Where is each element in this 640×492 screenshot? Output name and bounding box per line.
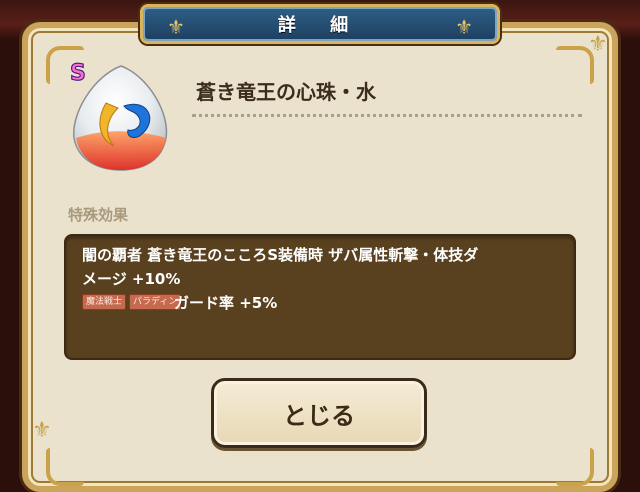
effect-line-2: メージ +10% [82,270,181,288]
effect-line-3: ガード率 +5% [174,294,278,312]
close-button[interactable]: とじる [211,378,427,448]
title-plate: ⚜ 詳 細 ⚜ [140,4,500,44]
fleur-decoration-icon: ⚜ [32,418,52,443]
fleur-decoration-icon: ⚜ [588,32,608,57]
frame-corner-bottom-right [556,448,594,486]
effect-line-1: 闇の覇者 蒼き竜王のこころS装備時 ザバ属性斬撃・体技ダ [82,246,479,264]
water-orb-icon: S [69,60,168,171]
job-tag: 魔法戦士 [82,294,127,310]
frame-corner-bottom-left [46,448,84,486]
dialog-title: 詳 細 [277,15,363,36]
section-label: 特殊効果 [68,206,129,224]
divider [192,114,582,117]
effect-box: 闇の覇者 蒼き竜王のこころS装備時 ザバ属性斬撃・体技ダ メージ +10% 魔法… [64,234,576,360]
item-name: 蒼き竜王の心珠・水 [196,80,376,104]
fleur-right-icon: ⚜ [455,15,473,39]
rank-badge: S [70,61,86,86]
job-tags: 魔法戦士 パラディン [82,294,182,310]
